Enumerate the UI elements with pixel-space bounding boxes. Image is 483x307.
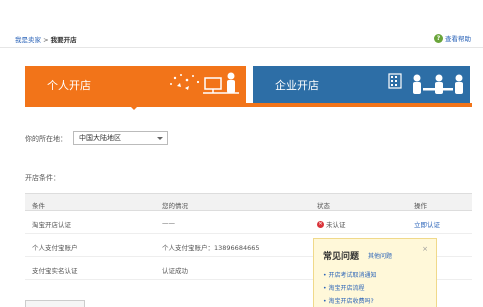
region-selected-value: 中国大陆地区	[79, 134, 121, 142]
column-header: 您的情况	[162, 202, 188, 210]
faq-title: 常见问题	[323, 252, 360, 262]
table-header: 条件 您的情况 状态 操作	[25, 193, 472, 211]
chevron-down-icon	[157, 137, 163, 140]
breadcrumb-separator: >	[41, 36, 51, 44]
breadcrumb-current: 我要开店	[50, 36, 77, 44]
verify-now-link[interactable]: 立即认证	[414, 219, 440, 229]
status-cell: ✕ 未认证	[317, 219, 346, 229]
fail-icon: ✕	[317, 220, 324, 228]
breadcrumb-parent-link[interactable]: 我是卖家	[15, 36, 41, 44]
region-label: 你的所在地：	[25, 135, 67, 143]
column-header: 状态	[317, 202, 330, 210]
condition-cell: 支付宝实名认证	[32, 267, 78, 275]
close-icon[interactable]: ×	[422, 245, 428, 253]
breadcrumb: 我是卖家 > 我要开店	[15, 34, 77, 44]
column-header: 操作	[414, 202, 427, 210]
table-row: 淘宝开店认证 —— ✕ 未认证 立即认证	[25, 211, 472, 234]
faq-other-link[interactable]: 其他问题	[368, 251, 392, 260]
help-link[interactable]: ? 查看帮助	[434, 33, 471, 43]
help-label: 查看帮助	[445, 35, 471, 43]
faq-item-link[interactable]: • 淘宝开店收费吗?	[323, 296, 374, 305]
conditions-title: 开店条件：	[25, 174, 60, 182]
tab-underline	[25, 103, 472, 107]
condition-cell: 个人支付宝账户	[32, 244, 78, 252]
faq-item-link[interactable]: • 开店考试取消通知	[323, 270, 376, 279]
situation-cell: 认证成功	[162, 267, 188, 275]
situation-cell: 个人支付宝账户：13896684665	[162, 244, 260, 252]
column-header: 条件	[32, 202, 45, 210]
personal-shop-illustration	[170, 72, 239, 94]
question-icon: ?	[434, 33, 443, 43]
condition-cell: 淘宝开店认证	[32, 221, 71, 229]
company-shop-banner[interactable]: 企业开店	[253, 66, 470, 103]
top-bar: 我是卖家 > 我要开店 ? 查看帮助	[0, 28, 483, 48]
situation-cell: ——	[162, 219, 175, 227]
personal-shop-banner[interactable]: 个人开店	[25, 66, 246, 103]
faq-item-link[interactable]: • 淘宝开店流程	[323, 283, 364, 292]
status-text: 未认证	[326, 221, 346, 229]
bottom-button[interactable]	[25, 300, 85, 307]
faq-popup: 常见问题 其他问题 × • 开店考试取消通知 • 淘宝开店流程 • 淘宝开店收费…	[313, 238, 437, 307]
company-shop-illustration	[388, 73, 463, 94]
region-select[interactable]: 中国大陆地区	[73, 131, 168, 145]
active-tab-indicator	[127, 103, 141, 110]
